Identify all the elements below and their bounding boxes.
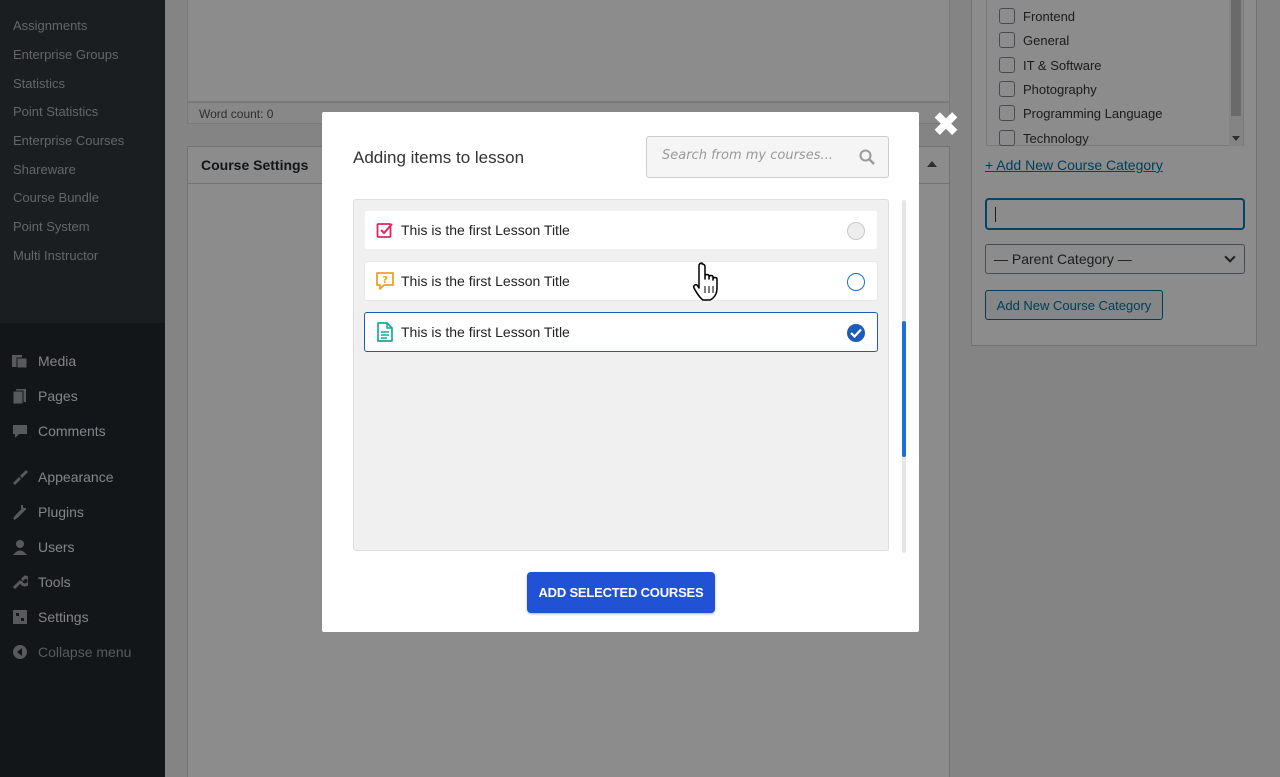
lesson-radio-disabled — [847, 222, 865, 240]
lesson-title: This is the first Lesson Title — [401, 222, 570, 238]
search-icon[interactable] — [859, 149, 875, 165]
document-icon — [375, 322, 395, 342]
modal-title: Adding items to lesson — [353, 148, 525, 167]
lesson-title: This is the first Lesson Title — [401, 273, 570, 289]
hand-pointer-icon — [693, 262, 718, 301]
lesson-radio-checked[interactable] — [847, 324, 865, 342]
list-scrollbar[interactable] — [902, 200, 906, 553]
svg-text:?: ? — [382, 275, 388, 286]
lesson-radio[interactable] — [847, 273, 865, 291]
scrollbar-thumb[interactable] — [902, 321, 906, 457]
close-icon[interactable]: ✖ — [931, 108, 961, 142]
add-selected-courses-button[interactable]: ADD SELECTED COURSES — [527, 572, 715, 613]
lesson-item-1[interactable]: This is the first Lesson Title — [364, 210, 878, 250]
lesson-list: This is the first Lesson Title ? This is… — [353, 199, 889, 551]
assignment-check-icon — [375, 220, 395, 240]
checkmark-icon — [850, 328, 862, 338]
quiz-question-icon: ? — [375, 271, 395, 291]
search-input[interactable] — [647, 137, 847, 174]
lesson-item-2[interactable]: ? This is the first Lesson Title — [364, 261, 878, 301]
add-items-modal: Adding items to lesson This is the first… — [322, 112, 919, 632]
lesson-title: This is the first Lesson Title — [401, 324, 570, 340]
lesson-item-3[interactable]: This is the first Lesson Title — [364, 312, 878, 352]
search-box[interactable] — [646, 136, 889, 178]
